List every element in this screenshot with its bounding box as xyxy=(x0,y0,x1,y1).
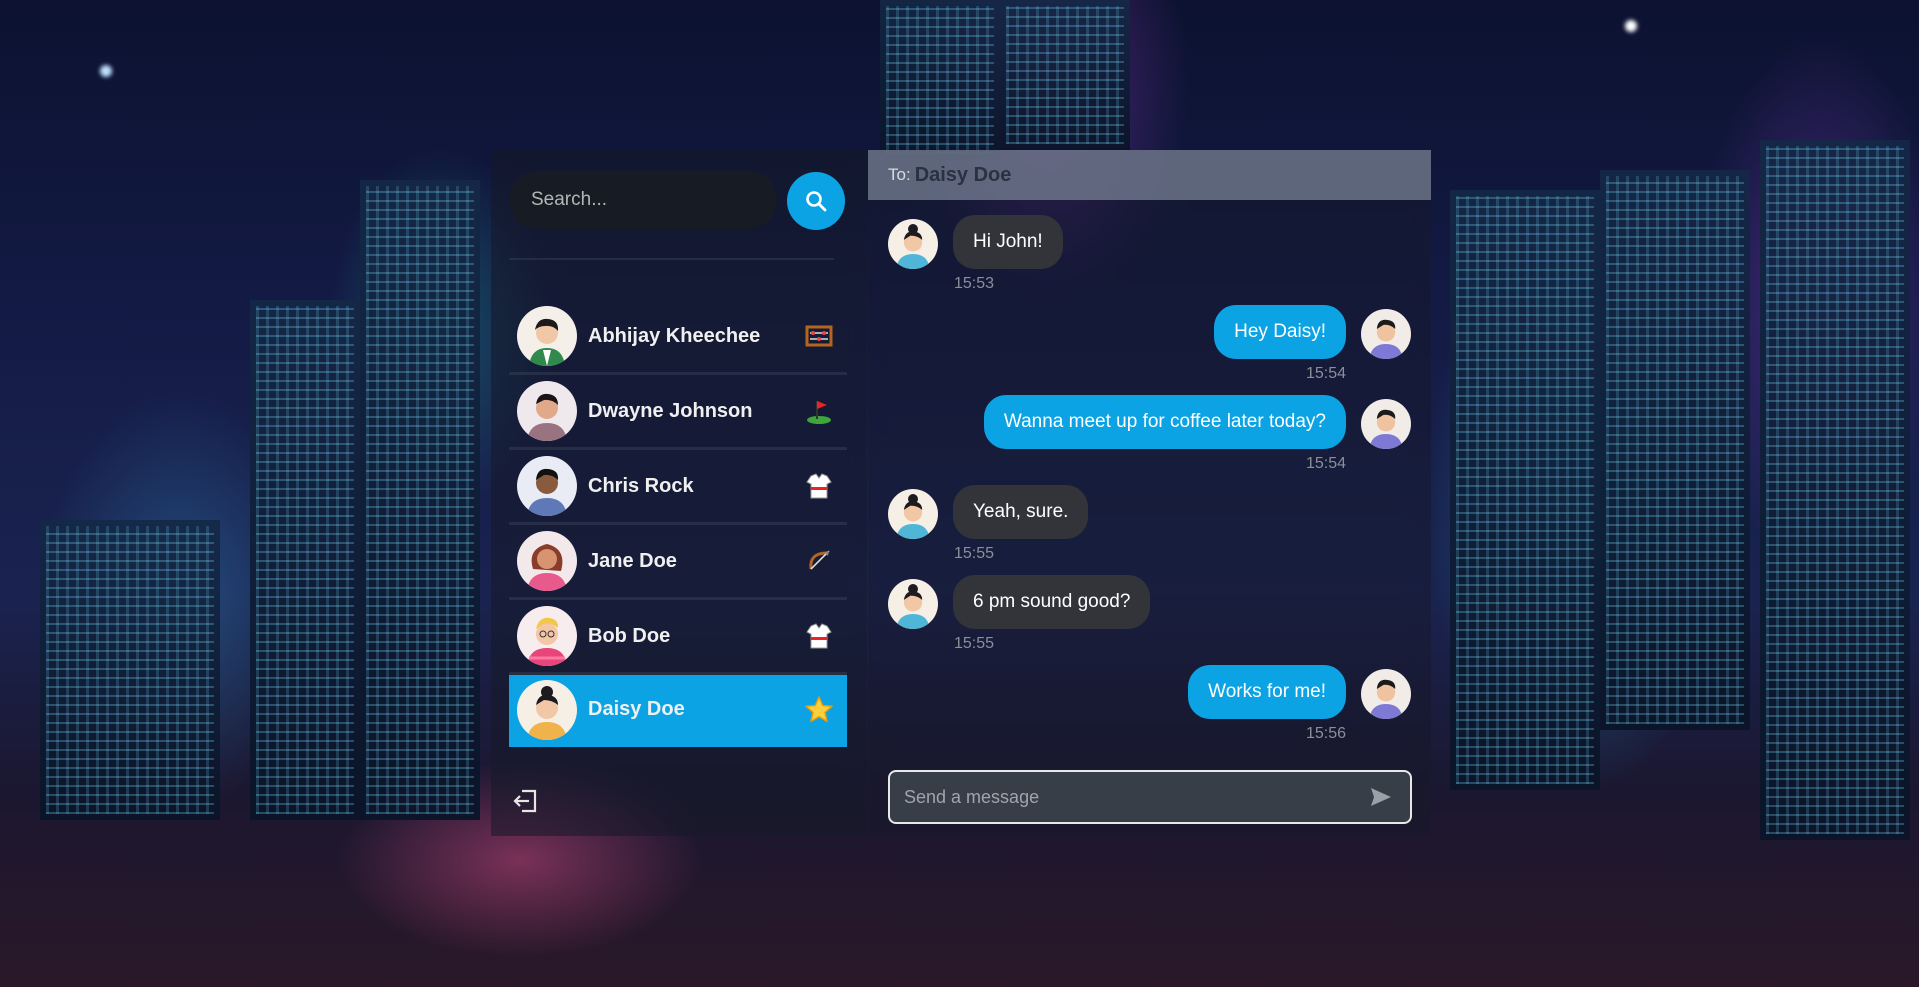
avatar xyxy=(888,579,938,629)
avatar xyxy=(517,679,577,740)
recipient-name: Daisy Doe xyxy=(914,163,1012,186)
contact-item-abhijay-kheechee[interactable]: Abhijay Kheechee xyxy=(509,300,847,375)
message-bubble: Hi John! xyxy=(953,215,1063,269)
avatar xyxy=(517,306,577,366)
abacus-icon xyxy=(803,320,835,352)
chat-header: To: Daisy Doe xyxy=(868,150,1431,200)
message-list: Hi John! 15:53 Hey Daisy! 15:54 Wanna me… xyxy=(868,200,1431,760)
message-time: 15:53 xyxy=(954,275,995,292)
contact-name: Jane Doe xyxy=(588,549,677,572)
message-bubble: Hey Daisy! xyxy=(1214,305,1346,359)
contact-item-chris-rock[interactable]: Chris Rock xyxy=(509,450,847,525)
to-label: To: xyxy=(888,165,911,184)
martial-arts-uniform-icon xyxy=(803,470,835,502)
golf-flag-icon xyxy=(803,395,835,427)
contacts-sidebar: Abhijay Kheechee Dwayne Johnson Chris Ro… xyxy=(491,150,867,836)
message-input[interactable] xyxy=(902,785,1366,809)
message-bubble: 6 pm sound good? xyxy=(953,575,1151,629)
avatar xyxy=(1361,669,1411,719)
contact-item-bob-doe[interactable]: Bob Doe xyxy=(509,600,847,675)
contact-name: Dwayne Johnson xyxy=(588,399,753,422)
contact-name: Abhijay Kheechee xyxy=(588,324,761,347)
contact-list: Abhijay Kheechee Dwayne Johnson Chris Ro… xyxy=(509,300,847,747)
contact-name: Daisy Doe xyxy=(588,698,685,720)
message-composer[interactable] xyxy=(888,770,1412,824)
message-time: 15:55 xyxy=(954,545,995,562)
search-field[interactable] xyxy=(509,171,777,229)
divider xyxy=(509,258,834,260)
martial-arts-uniform-icon xyxy=(803,620,835,652)
search-input[interactable] xyxy=(529,188,763,212)
avatar xyxy=(517,606,577,666)
message-time: 15:54 xyxy=(1305,365,1346,382)
message-time: 15:54 xyxy=(1305,455,1346,472)
search-icon xyxy=(806,191,827,212)
message-bubble: Wanna meet up for coffee later today? xyxy=(983,395,1346,449)
avatar xyxy=(888,489,938,539)
contact-item-dwayne-johnson[interactable]: Dwayne Johnson xyxy=(509,375,847,450)
avatar xyxy=(1361,309,1411,359)
avatar xyxy=(517,531,577,591)
send-icon xyxy=(1371,788,1391,806)
avatar xyxy=(517,456,577,516)
message-bubble: Works for me! xyxy=(1188,665,1346,719)
logout-icon xyxy=(513,789,537,813)
contact-name: Chris Rock xyxy=(588,474,694,497)
send-button[interactable] xyxy=(1366,782,1396,812)
chat-panel: To: Daisy Doe Hi John! 15:53 Hey Daisy! … xyxy=(868,150,1431,836)
avatar xyxy=(888,219,938,269)
contact-item-daisy-doe[interactable]: Daisy Doe xyxy=(509,675,847,747)
star-icon xyxy=(803,694,835,726)
message-bubble: Yeah, sure. xyxy=(953,485,1089,539)
avatar xyxy=(517,381,577,441)
contact-name: Bob Doe xyxy=(588,624,671,647)
logout-button[interactable] xyxy=(511,786,541,816)
message-time: 15:55 xyxy=(954,635,995,652)
message-time: 15:56 xyxy=(1305,725,1346,742)
contact-item-jane-doe[interactable]: Jane Doe xyxy=(509,525,847,600)
bow-and-arrow-icon xyxy=(803,545,835,577)
search-button[interactable] xyxy=(787,172,845,230)
avatar xyxy=(1361,399,1411,449)
